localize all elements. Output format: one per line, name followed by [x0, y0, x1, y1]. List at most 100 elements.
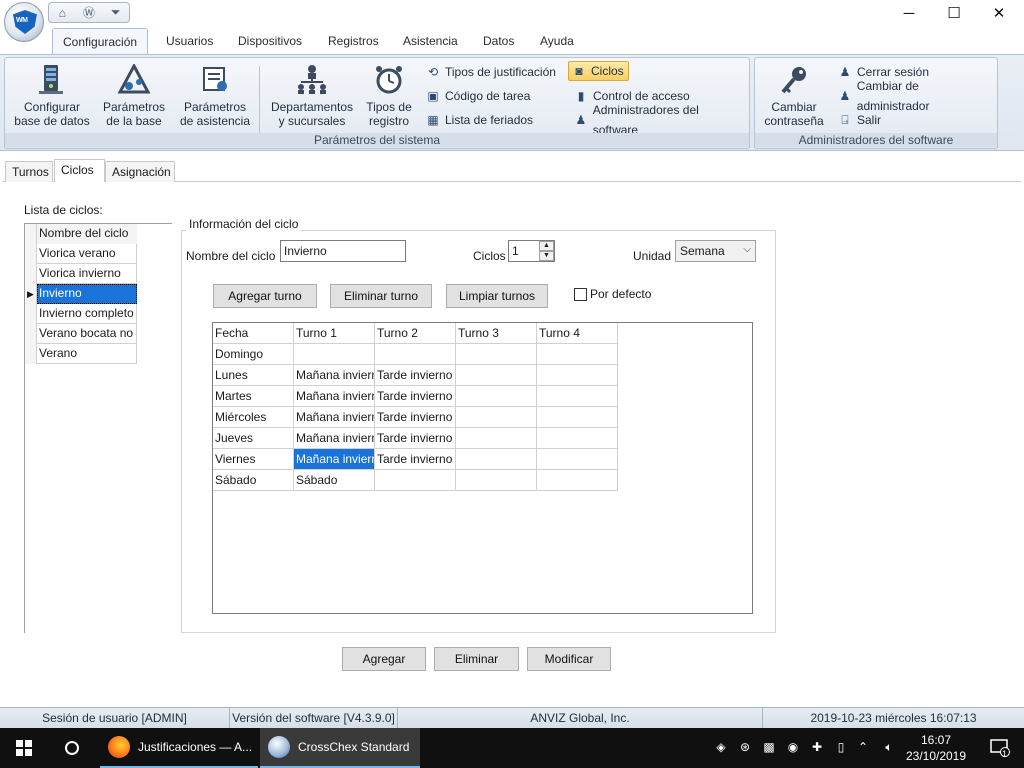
- grid-cell[interactable]: Miércoles: [213, 407, 294, 428]
- grid-cell[interactable]: Tarde invierno: [375, 407, 456, 428]
- attendance-params-button[interactable]: Parámetros de asistencia: [175, 62, 255, 128]
- list-item[interactable]: Viorica invierno: [25, 264, 137, 284]
- grid-cell[interactable]: [456, 407, 537, 428]
- customize-icon[interactable]: ⏷: [107, 5, 125, 20]
- list-item[interactable]: Verano: [25, 344, 137, 364]
- tab-asistencia[interactable]: Asistencia: [393, 28, 468, 54]
- tab-usuarios[interactable]: Usuarios: [156, 28, 223, 54]
- network-tool-icon[interactable]: ▩: [761, 739, 777, 755]
- sync-tray-icon[interactable]: ⊛: [737, 739, 753, 755]
- grid-cell[interactable]: Viernes: [213, 449, 294, 470]
- grid-cell[interactable]: [375, 344, 456, 365]
- base-params-button[interactable]: Parámetros de la base: [97, 62, 171, 128]
- grid-cell[interactable]: [375, 470, 456, 491]
- delete-button[interactable]: Eliminar: [434, 647, 519, 671]
- cycles-spinner[interactable]: ▲ ▼: [539, 241, 554, 261]
- add-shift-button[interactable]: Agregar turno: [213, 284, 317, 308]
- tab-dispositivos[interactable]: Dispositivos: [228, 28, 312, 54]
- grid-cell[interactable]: [537, 470, 618, 491]
- grid-cell[interactable]: Mañana invierno: [294, 365, 375, 386]
- taskbar-clock[interactable]: 16:07 23/10/2019: [898, 732, 974, 764]
- grid-cell[interactable]: [294, 344, 375, 365]
- departments-button[interactable]: Departamentos y sucursales: [267, 62, 357, 128]
- list-item[interactable]: Viorica verano: [25, 244, 137, 264]
- switch-admin-button[interactable]: ♟ Cambiar de administrador: [835, 79, 997, 113]
- grid-cell[interactable]: [537, 428, 618, 449]
- tab-ciclos[interactable]: Ciclos: [54, 159, 105, 182]
- cycles-button[interactable]: ◙ Ciclos: [568, 61, 629, 81]
- app-logo-button[interactable]: WM: [4, 2, 44, 42]
- grid-cell[interactable]: Mañana invierno: [294, 407, 375, 428]
- grid-cell[interactable]: Martes: [213, 386, 294, 407]
- grid-cell[interactable]: Tarde invierno: [375, 449, 456, 470]
- tab-asignacion[interactable]: Asignación: [105, 161, 175, 182]
- record-types-button[interactable]: Tipos de registro: [361, 62, 417, 128]
- add-button[interactable]: Agregar: [342, 647, 426, 671]
- anviz-tray-icon[interactable]: ◈: [713, 739, 729, 755]
- grid-header-turno2[interactable]: Turno 2: [375, 323, 456, 344]
- search-button[interactable]: [48, 728, 96, 768]
- tab-configuracion[interactable]: Configuración: [52, 28, 149, 55]
- grid-cell[interactable]: [537, 407, 618, 428]
- unit-select[interactable]: Semana ⌵: [675, 240, 756, 262]
- change-password-button[interactable]: Cambiar contraseña: [759, 62, 829, 128]
- grid-cell[interactable]: Domingo: [213, 344, 294, 365]
- network-icon[interactable]: [880, 739, 896, 755]
- exit-button[interactable]: ⍈ Salir: [835, 110, 885, 130]
- modify-button[interactable]: Modificar: [527, 647, 611, 671]
- spin-up-icon[interactable]: ▲: [539, 241, 554, 251]
- grid-header-fecha[interactable]: Fecha: [213, 323, 294, 344]
- grid-cell[interactable]: Jueves: [213, 428, 294, 449]
- config-database-button[interactable]: Configurar base de datos: [13, 62, 91, 128]
- default-checkbox[interactable]: [574, 288, 587, 301]
- software-admins-button[interactable]: ♟ Administradores del software: [571, 103, 749, 137]
- grid-cell[interactable]: [456, 365, 537, 386]
- grid-cell[interactable]: [537, 344, 618, 365]
- grid-header-turno4[interactable]: Turno 4: [537, 323, 618, 344]
- tab-datos[interactable]: Datos: [473, 28, 524, 54]
- grid-cell[interactable]: [456, 344, 537, 365]
- shield-tray-icon[interactable]: ✚: [809, 739, 825, 755]
- grid-cell[interactable]: Mañana invierno: [294, 386, 375, 407]
- grid-cell[interactable]: [537, 449, 618, 470]
- list-item[interactable]: Verano bocata no: [25, 324, 137, 344]
- holiday-list-button[interactable]: ▦ Lista de feriados: [423, 110, 537, 130]
- cycle-list-header-label[interactable]: Nombre del ciclo: [37, 224, 137, 244]
- grid-cell[interactable]: [456, 386, 537, 407]
- grid-cell[interactable]: [456, 470, 537, 491]
- grid-cell[interactable]: [537, 365, 618, 386]
- clear-shifts-button[interactable]: Limpiar turnos: [446, 284, 548, 308]
- grid-cell[interactable]: [456, 428, 537, 449]
- grid-cell[interactable]: Tarde invierno: [375, 428, 456, 449]
- taskbar-app-firefox[interactable]: Justificaciones — A...: [100, 728, 258, 768]
- tab-registros[interactable]: Registros: [318, 28, 389, 54]
- close-button[interactable]: ✕: [976, 0, 1022, 26]
- maximize-button[interactable]: ☐: [931, 0, 977, 26]
- grid-cell[interactable]: Mañana invierno: [294, 428, 375, 449]
- usb-tray-icon[interactable]: ▯: [833, 739, 849, 755]
- start-button[interactable]: [0, 728, 48, 768]
- cycle-name-input[interactable]: Invierno: [280, 240, 406, 262]
- spin-down-icon[interactable]: ▼: [539, 251, 554, 261]
- justification-types-button[interactable]: ⟲ Tipos de justificación: [423, 62, 560, 82]
- task-code-button[interactable]: ▣ Código de tarea: [423, 86, 534, 106]
- grid-cell[interactable]: Lunes: [213, 365, 294, 386]
- remove-shift-button[interactable]: Eliminar turno: [330, 284, 432, 308]
- grid-cell[interactable]: [537, 386, 618, 407]
- grid-cell[interactable]: Sábado: [294, 470, 375, 491]
- grid-header-turno1[interactable]: Turno 1: [294, 323, 375, 344]
- update-tray-icon[interactable]: ◉: [785, 739, 801, 755]
- list-item[interactable]: Invierno completo: [25, 304, 137, 324]
- volume-icon[interactable]: [857, 739, 873, 755]
- grid-cell[interactable]: Sábado: [213, 470, 294, 491]
- schedule-grid[interactable]: Fecha Turno 1 Turno 2 Turno 3 Turno 4 Do…: [212, 322, 753, 614]
- grid-cell[interactable]: Tarde invierno: [375, 365, 456, 386]
- minimize-button[interactable]: ─: [886, 0, 932, 26]
- home-icon[interactable]: ⌂: [53, 5, 71, 20]
- grid-cell-selected[interactable]: Mañana invierno: [294, 449, 375, 470]
- grid-cell[interactable]: [456, 449, 537, 470]
- grid-cell[interactable]: Tarde invierno: [375, 386, 456, 407]
- notifications-button[interactable]: 1: [980, 728, 1020, 768]
- tab-turnos[interactable]: Turnos: [5, 161, 53, 182]
- anviz-icon[interactable]: Ⓦ: [80, 5, 98, 20]
